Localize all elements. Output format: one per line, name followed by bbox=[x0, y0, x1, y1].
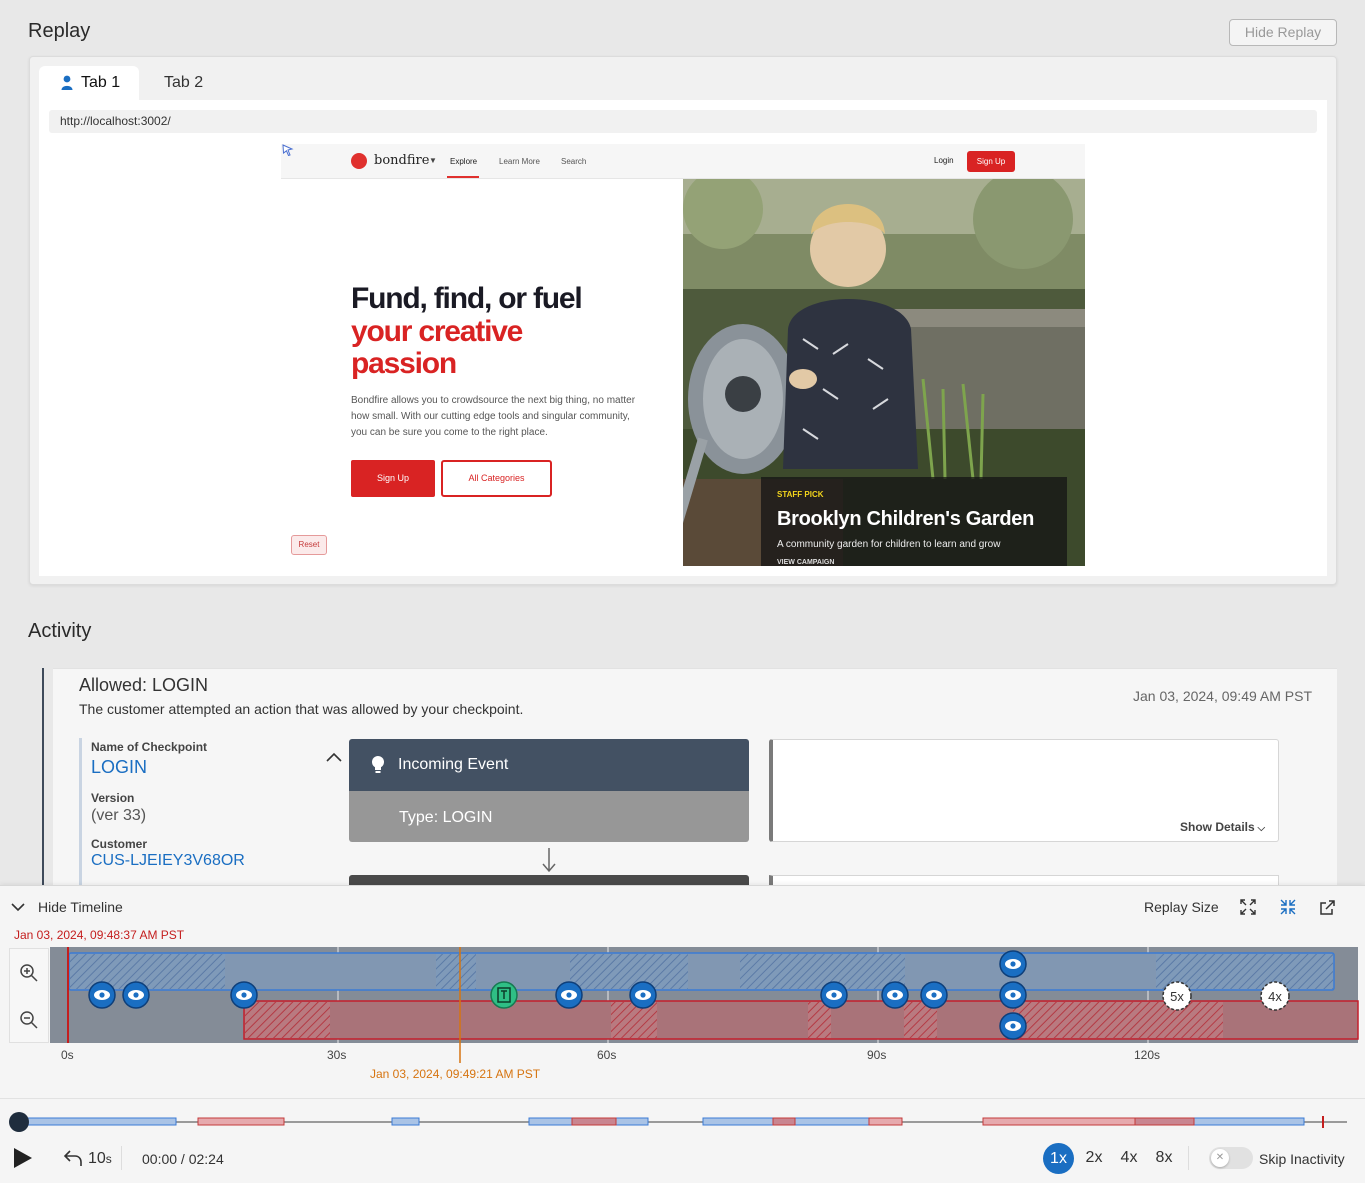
hide-timeline-button[interactable]: Hide Timeline bbox=[38, 899, 123, 915]
close-icon: ✕ bbox=[1211, 1149, 1229, 1167]
zoom-in-icon[interactable] bbox=[19, 963, 39, 983]
lightbulb-icon bbox=[372, 756, 384, 773]
chevron-down-icon: ⌵ bbox=[1254, 823, 1266, 834]
event-timestamp: Jan 03, 2024, 09:49 AM PST bbox=[1133, 688, 1313, 704]
checkpoint-link[interactable]: LOGIN bbox=[91, 757, 147, 778]
replay-title: Replay bbox=[28, 20, 91, 42]
timeline-cursor-time: Jan 03, 2024, 09:49:21 AM PST bbox=[370, 1067, 541, 1081]
hero-heading-line-3: passion bbox=[351, 347, 457, 380]
hero-heading-line-2: your creative bbox=[351, 315, 523, 348]
customer-link[interactable]: CUS-LJEIEY3V68OR bbox=[91, 852, 245, 870]
person-icon bbox=[61, 75, 73, 90]
compress-icon[interactable] bbox=[1280, 899, 1296, 915]
site-nav-search[interactable]: Search bbox=[561, 157, 586, 166]
hide-replay-button[interactable]: Hide Replay bbox=[1229, 19, 1337, 46]
site-brand[interactable]: bondfire bbox=[374, 153, 429, 168]
cursor-icon bbox=[282, 144, 294, 156]
view-event-icon[interactable] bbox=[122, 981, 150, 1009]
timeline-tick: 90s bbox=[867, 1048, 887, 1062]
timeline-tick: 30s bbox=[327, 1048, 347, 1062]
timeline-tick: 60s bbox=[597, 1048, 617, 1062]
staff-pick-badge: STAFF PICK bbox=[777, 490, 824, 499]
divider bbox=[121, 1146, 122, 1170]
speed-marker-label: 4x bbox=[1268, 989, 1282, 1004]
speed-4x-button[interactable]: 4x bbox=[1114, 1149, 1144, 1167]
playback-scrubber[interactable] bbox=[0, 1108, 1365, 1134]
view-event-icon[interactable] bbox=[629, 981, 657, 1009]
show-details-label: Show Details bbox=[1180, 820, 1255, 834]
divider bbox=[1188, 1146, 1189, 1170]
view-campaign-link[interactable]: VIEW CAMPAIGN bbox=[777, 559, 834, 566]
tab-1-label: Tab 1 bbox=[81, 74, 121, 91]
view-event-icon[interactable] bbox=[820, 981, 848, 1009]
site-login-link[interactable]: Login bbox=[934, 156, 954, 165]
view-event-icon[interactable] bbox=[881, 981, 909, 1009]
rewind-10s-button[interactable]: 10s bbox=[88, 1150, 112, 1168]
speed-8x-button[interactable]: 8x bbox=[1149, 1149, 1179, 1167]
timeline-tick: 0s bbox=[61, 1048, 74, 1062]
skip-inactivity-label: Skip Inactivity bbox=[1259, 1151, 1345, 1167]
reset-button[interactable]: Reset bbox=[291, 535, 327, 555]
speed-marker: 4x bbox=[1260, 981, 1290, 1011]
event-type: Type: LOGIN bbox=[349, 791, 749, 842]
site-nav-explore[interactable]: Explore bbox=[450, 157, 477, 166]
speed-1x-button[interactable]: 1x bbox=[1043, 1143, 1074, 1174]
chevron-down-icon[interactable] bbox=[10, 900, 26, 914]
checkpoint-label: Name of Checkpoint bbox=[91, 740, 208, 754]
version-value: (ver 33) bbox=[91, 807, 147, 824]
show-details-toggle[interactable]: Show Details ⌵ bbox=[1180, 820, 1265, 834]
rewind-icon[interactable] bbox=[63, 1148, 83, 1168]
hero-signup-button[interactable]: Sign Up bbox=[351, 460, 435, 497]
timeline-track[interactable]: 5x 4x bbox=[50, 947, 1365, 1095]
arrow-down-icon bbox=[542, 848, 556, 873]
tab-1[interactable]: Tab 1 bbox=[39, 66, 139, 100]
zoom-out-icon[interactable] bbox=[19, 1010, 39, 1030]
campaign-title: Brooklyn Children's Garden bbox=[777, 508, 1035, 530]
timeline-tick: 120s bbox=[1134, 1048, 1161, 1062]
view-event-icon[interactable] bbox=[230, 981, 258, 1009]
all-categories-button[interactable]: All Categories bbox=[441, 460, 552, 497]
checkpoint-event-icon[interactable] bbox=[490, 981, 518, 1009]
site-nav-learn-more[interactable]: Learn More bbox=[499, 157, 540, 166]
hero-description: Bondfire allows you to crowdsource the n… bbox=[351, 395, 636, 438]
speed-marker: 5x bbox=[1162, 981, 1192, 1011]
play-icon[interactable] bbox=[12, 1147, 34, 1169]
view-event-icon[interactable] bbox=[920, 981, 948, 1009]
tab-2[interactable]: Tab 2 bbox=[164, 66, 203, 100]
view-event-icon[interactable] bbox=[555, 981, 583, 1009]
url-bar: http://localhost:3002/ bbox=[49, 110, 1317, 133]
event-title: Allowed: LOGIN bbox=[79, 675, 209, 695]
external-link-icon[interactable] bbox=[1319, 899, 1336, 916]
activity-title: Activity bbox=[28, 620, 92, 642]
bondfire-logo-icon bbox=[351, 153, 367, 169]
active-nav-indicator bbox=[447, 176, 479, 178]
event-description: The customer attempted an action that wa… bbox=[79, 701, 524, 717]
replay-size-label: Replay Size bbox=[1144, 899, 1219, 915]
speed-2x-button[interactable]: 2x bbox=[1079, 1149, 1109, 1167]
version-label: Version bbox=[91, 791, 135, 805]
speed-marker-label: 5x bbox=[1170, 989, 1184, 1004]
expand-icon[interactable] bbox=[1240, 899, 1256, 915]
timeline-start-time: Jan 03, 2024, 09:48:37 AM PST bbox=[14, 928, 185, 942]
divider bbox=[0, 1098, 1365, 1099]
view-event-icon[interactable] bbox=[88, 981, 116, 1009]
rewind-amount: 10 bbox=[88, 1150, 106, 1167]
customer-label: Customer bbox=[91, 837, 148, 851]
hero-heading-line-1: Fund, find, or fuel bbox=[351, 282, 583, 315]
campaign-description: A community garden for children to learn… bbox=[777, 539, 1001, 550]
rewind-unit: s bbox=[105, 1152, 112, 1166]
view-event-icon[interactable] bbox=[999, 950, 1027, 978]
playback-time: 00:00 / 02:24 bbox=[142, 1151, 224, 1167]
activity-timeline-rail bbox=[42, 668, 44, 888]
detail-accent-bar bbox=[79, 738, 82, 888]
scrubber-handle bbox=[9, 1112, 29, 1132]
view-event-icon[interactable] bbox=[999, 1012, 1027, 1040]
replayed-site: bondfire ▼ Explore Learn More Search Log… bbox=[281, 144, 1085, 566]
incoming-event-header: Incoming Event bbox=[349, 739, 749, 791]
site-signup-button[interactable]: Sign Up bbox=[967, 151, 1015, 172]
caret-down-icon: ▼ bbox=[429, 156, 437, 165]
chevron-up-icon[interactable] bbox=[324, 750, 344, 764]
view-event-icon[interactable] bbox=[999, 981, 1027, 1009]
